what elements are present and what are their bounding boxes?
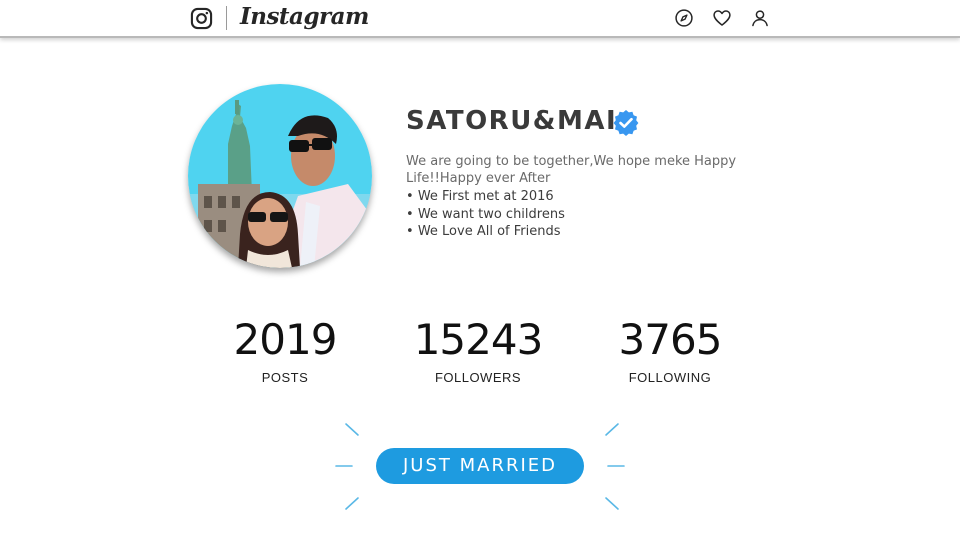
bio-bullet-item: We want two childrens — [406, 206, 565, 224]
heart-icon[interactable] — [712, 8, 732, 28]
posts-stat[interactable]: 2019 POSTS — [185, 315, 385, 386]
bio-bullet-item: We Love All of Friends — [406, 223, 565, 241]
verified-badge-icon — [613, 110, 639, 136]
posts-label: POSTS — [261, 370, 309, 385]
followers-label: FOLLOWERS — [434, 370, 522, 385]
compass-icon[interactable] — [674, 8, 694, 28]
following-label: FOLLOWING — [628, 370, 712, 385]
posts-count: 2019 — [233, 315, 338, 364]
following-count: 3765 — [618, 315, 723, 364]
bio-bullet-list: We First met at 2016 We want two childre… — [406, 188, 565, 241]
following-stat[interactable]: 3765 FOLLOWING — [570, 315, 770, 386]
brand-wordmark[interactable]: Instagram — [240, 3, 369, 30]
header-divider — [226, 6, 227, 30]
instagram-camera-icon[interactable] — [190, 7, 213, 30]
profile-username: SATORU&MAI — [406, 106, 618, 136]
user-icon[interactable] — [750, 8, 770, 28]
just-married-button[interactable]: JUST MARRIED — [376, 448, 584, 484]
bio-bullet-item: We First met at 2016 — [406, 188, 565, 206]
followers-stat[interactable]: 15243 FOLLOWERS — [378, 315, 578, 386]
followers-count: 15243 — [413, 315, 544, 364]
top-navigation-bar: Instagram — [0, 0, 960, 38]
profile-bio: We are going to be together,We hope meke… — [406, 154, 737, 186]
profile-avatar[interactable] — [188, 84, 372, 268]
